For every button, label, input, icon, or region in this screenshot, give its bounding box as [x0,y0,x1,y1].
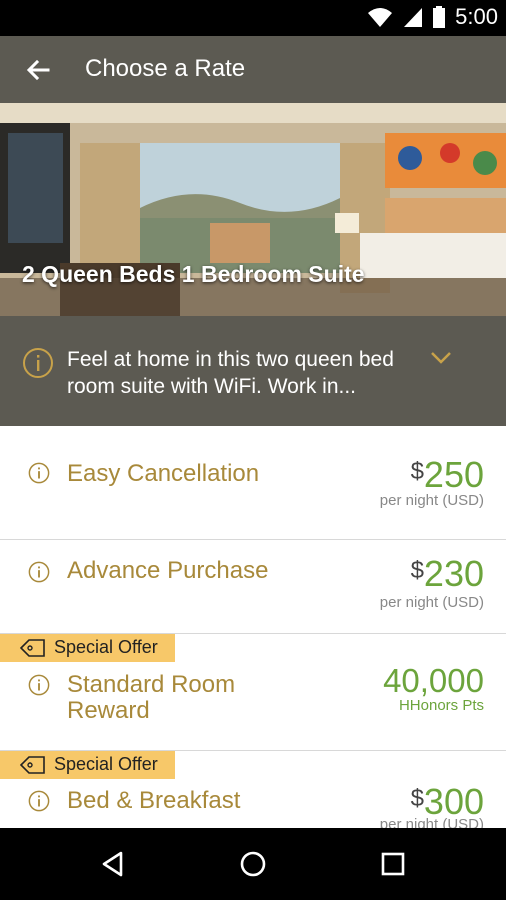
rate-row-easy-cancellation[interactable]: Easy Cancellation $250 per night (USD) [0,426,506,540]
currency-symbol: $ [410,458,424,485]
rate-price: $230 [411,553,484,595]
signal-icon [404,8,423,27]
price-amount: 230 [423,553,484,594]
home-circle-icon[interactable] [238,849,268,879]
price-unit: per night (USD) [379,594,484,611]
info-icon[interactable] [28,674,50,696]
price-unit: per night (USD) [379,492,484,509]
rate-name: Bed & Breakfast [67,787,241,814]
price-amount: 250 [423,454,484,495]
info-icon[interactable] [28,462,50,484]
info-icon[interactable] [28,790,50,812]
rate-price: 40,000 [383,662,484,700]
recents-square-icon[interactable] [378,849,408,879]
currency-symbol: $ [410,557,424,584]
info-icon [23,348,53,378]
special-offer-badge: Special Offer [0,634,175,662]
special-offer-label: Special Offer [54,754,158,774]
battery-icon [433,6,446,28]
room-description[interactable]: Feel at home in this two queen bed room … [0,316,506,426]
rate-name: Easy Cancellation [67,460,260,487]
arrow-back-icon[interactable] [22,54,54,86]
tag-icon [20,756,45,774]
special-offer-label: Special Offer [54,637,158,657]
price-unit: HHonors Pts [398,697,484,714]
price-amount: 40,000 [383,662,484,699]
rate-row-advance-purchase[interactable]: Advance Purchase $230 per night (USD) [0,540,506,634]
status-bar: 5:00 [0,0,506,36]
room-photo: 2 Queen Beds 1 Bedroom Suite [0,103,506,316]
rate-row-standard-room-reward[interactable]: Special Offer Standard Room Reward 40,00… [0,634,506,751]
description-text: Feel at home in this two queen bed room … [67,348,394,398]
room-name: 2 Queen Beds 1 Bedroom Suite [22,261,365,287]
info-icon[interactable] [28,561,50,583]
wifi-icon [368,8,393,27]
rate-price: $250 [411,454,484,496]
special-offer-badge: Special Offer [0,751,175,779]
tag-icon [20,639,45,657]
app-bar: Choose a Rate [0,36,506,103]
chevron-down-icon[interactable] [430,351,452,365]
clock: 5:00 [455,4,498,29]
rate-name: Standard Room Reward [67,671,236,724]
rate-name: Advance Purchase [67,557,269,584]
back-triangle-icon[interactable] [98,849,128,879]
system-nav-bar [0,828,506,900]
currency-symbol: $ [410,785,424,812]
page-title: Choose a Rate [85,55,246,82]
